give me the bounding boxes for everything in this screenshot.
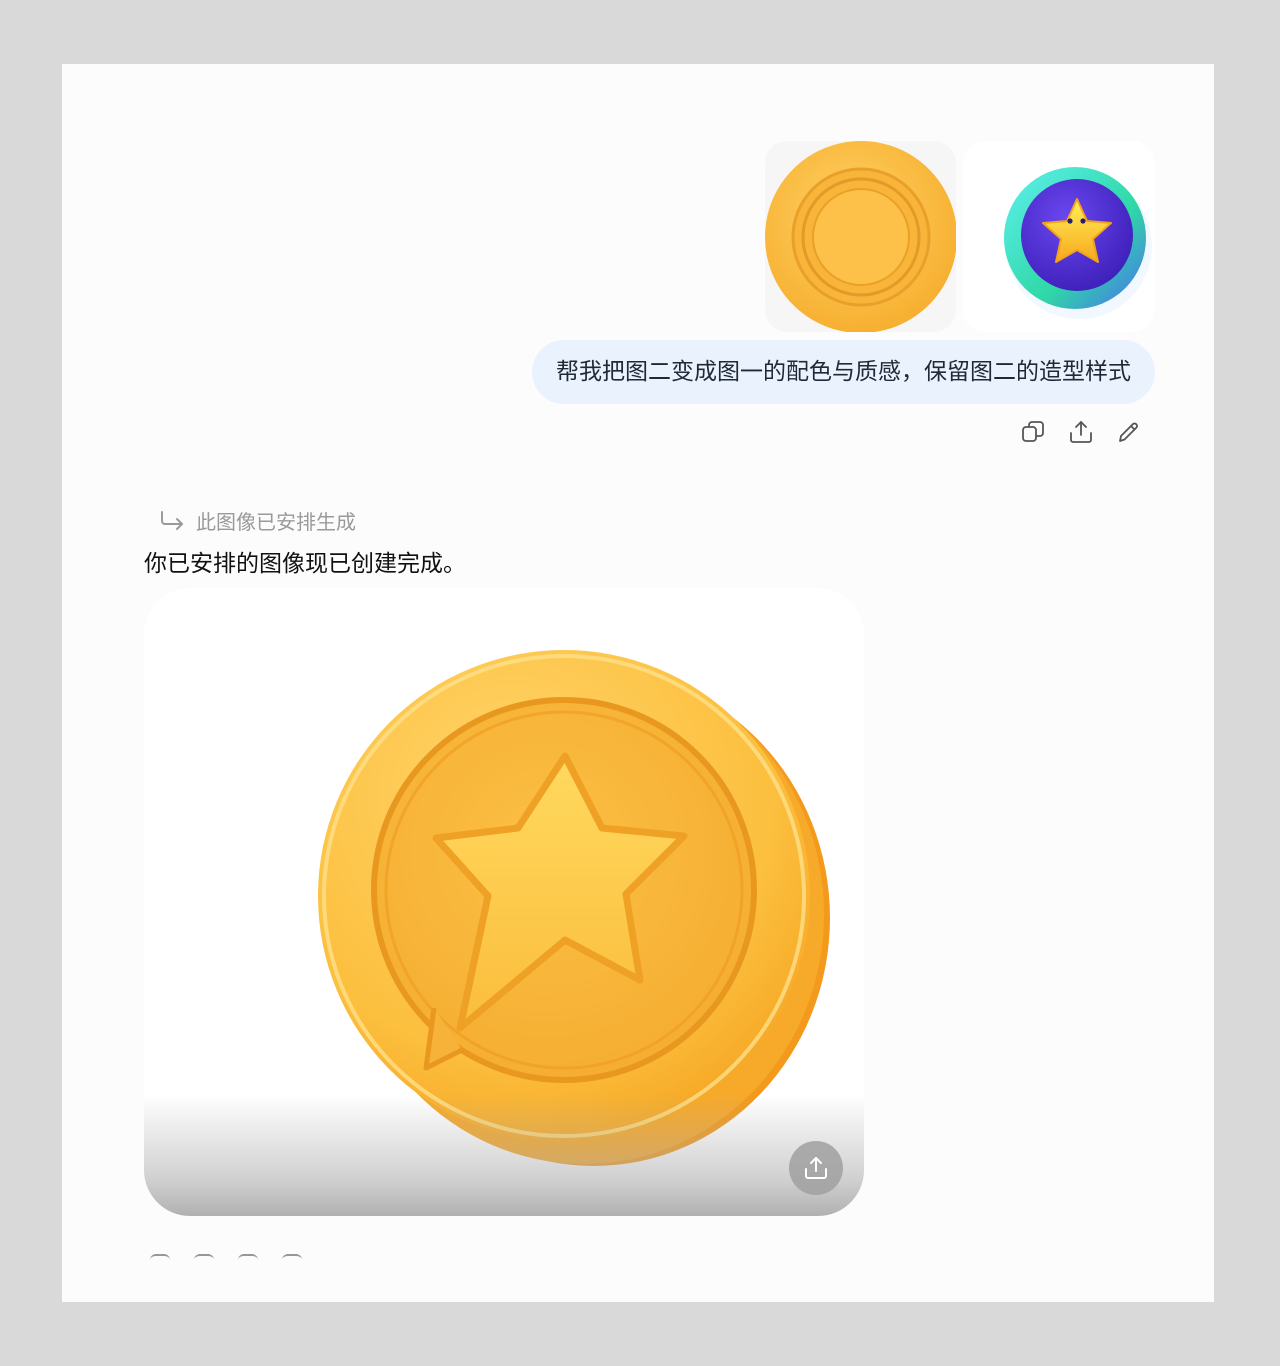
status-note-text: 此图像已安排生成 [196,510,356,534]
like-icon[interactable] [194,1254,214,1266]
golden-star-coin-image [318,650,830,1166]
image-share-button[interactable] [789,1141,843,1195]
assistant-actions-partial [150,1254,302,1266]
attachment-coin-image[interactable] [765,141,956,332]
coin-image [765,141,956,332]
dislike-icon[interactable] [238,1254,258,1266]
star-badge-image [1004,167,1152,319]
share-icon[interactable] [1068,419,1094,445]
user-message-bubble: 帮我把图二变成图一的配色与质感，保留图二的造型样式 [532,340,1155,404]
generated-image-card[interactable] [144,588,864,1216]
edit-icon[interactable] [1116,419,1142,445]
more-icon[interactable] [282,1254,302,1266]
user-message-actions [1020,419,1142,445]
copy-icon[interactable] [1020,419,1046,445]
assistant-message: 你已安排的图像现已创建完成。 [144,551,466,577]
chat-window: 帮我把图二变成图一的配色与质感，保留图二的造型样式 此图像已安排生成 你已安排的… [62,64,1214,1302]
share-icon [805,1157,827,1179]
reply-arrow-icon [161,510,183,530]
attachment-star-badge-image[interactable] [963,141,1154,332]
generation-status-note: 此图像已安排生成 [158,506,356,535]
copy-icon[interactable] [150,1254,170,1266]
user-attachments [765,141,1154,332]
